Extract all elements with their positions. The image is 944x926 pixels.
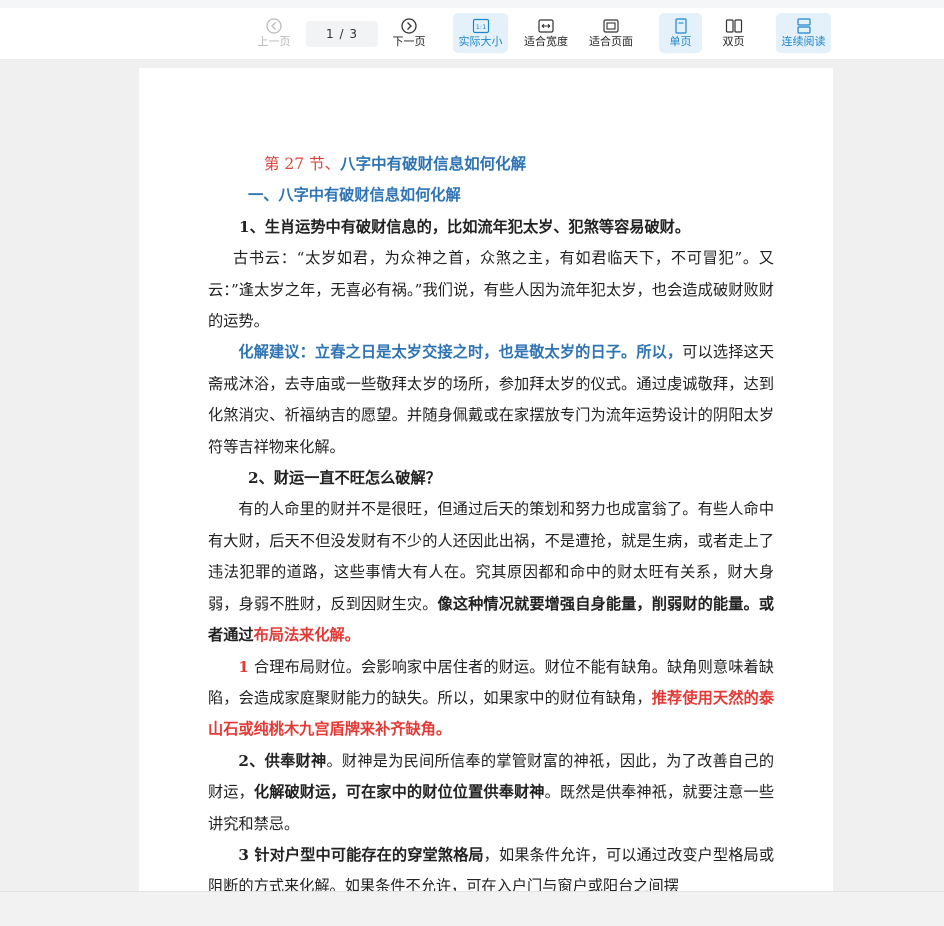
bottom-bar bbox=[0, 891, 944, 926]
next-page-label: 下一页 bbox=[392, 35, 426, 48]
prev-page-button[interactable]: 上一页 bbox=[252, 13, 296, 53]
heading-1: 一、八字中有破财信息如何化解 bbox=[248, 186, 461, 205]
single-page-icon bbox=[674, 18, 687, 34]
continuous-read-label: 连续阅读 bbox=[781, 35, 826, 48]
fit-page-label: 适合页面 bbox=[589, 35, 633, 48]
fit-page-button[interactable]: 适合页面 bbox=[585, 13, 637, 53]
reader-toolbar: 上一页 1 / 3 下一页 1:1 实际大小 适合宽度 适合页面 单页 双页 连… bbox=[0, 0, 944, 60]
document-page: 第 27 节、八字中有破财信息如何化解 一、八字中有破财信息如何化解 1、生肖运… bbox=[139, 68, 833, 891]
fit-width-label: 适合宽度 bbox=[524, 35, 568, 48]
prev-page-label: 上一页 bbox=[257, 35, 291, 48]
fit-width-icon bbox=[538, 19, 554, 33]
paragraph-caishen: 2、供奉财神。财神是为民间所信奉的掌管财富的神祇，因此，为了改善自己的财运，化解… bbox=[208, 746, 774, 840]
double-page-button[interactable]: 双页 bbox=[712, 13, 755, 53]
caishen-bold-2: 化解破财运，可在家中的财位位置供奉财神 bbox=[253, 783, 545, 802]
fit-page-icon bbox=[603, 19, 619, 33]
double-page-label: 双页 bbox=[722, 35, 745, 48]
svg-text:1:1: 1:1 bbox=[475, 23, 485, 31]
next-page-button[interactable]: 下一页 bbox=[387, 13, 431, 53]
chevron-left-circle-icon bbox=[266, 18, 282, 34]
caishen-bold-1: 2、供奉财神 bbox=[238, 751, 327, 770]
chuantang-bold: 3 针对户型中可能存在的穿堂煞格局 bbox=[238, 845, 484, 864]
heading-2: 2、财运一直不旺怎么破解？ bbox=[248, 469, 441, 488]
page-total: / 3 bbox=[339, 27, 358, 41]
paragraph-chuantang: 3 针对户型中可能存在的穿堂煞格局，如果条件允许，可以通过改变户型格局或阻断的方… bbox=[208, 840, 774, 891]
page-indicator[interactable]: 1 / 3 bbox=[306, 21, 378, 47]
advice-highlight: 化解建议：立春之日是太岁交接之时，也是敬太岁的日子。所以， bbox=[238, 343, 683, 362]
section-number: 第 27 节、 bbox=[264, 155, 341, 173]
toolbar-top-strip bbox=[0, 0, 944, 8]
heading-shengxiao: 1、生肖运势中有破财信息的，比如流年犯太岁、犯煞等容易破财。 bbox=[239, 217, 691, 236]
fit-width-button[interactable]: 适合宽度 bbox=[520, 13, 572, 53]
actual-size-button[interactable]: 1:1 实际大小 bbox=[453, 13, 508, 53]
single-page-label: 单页 bbox=[669, 35, 692, 48]
wealth-red: 布局法来化解。 bbox=[253, 626, 360, 645]
section-title: 第 27 节、八字中有破财信息如何化解 bbox=[208, 148, 774, 180]
continuous-scroll-icon bbox=[796, 18, 811, 34]
chevron-right-circle-icon bbox=[401, 18, 417, 34]
continuous-read-button[interactable]: 连续阅读 bbox=[776, 13, 831, 53]
double-page-icon bbox=[725, 19, 742, 33]
section-title-text: 八字中有破财信息如何化解 bbox=[340, 154, 527, 173]
actual-size-label: 实际大小 bbox=[458, 35, 503, 48]
document-content: 第 27 节、八字中有破财信息如何化解 一、八字中有破财信息如何化解 1、生肖运… bbox=[208, 148, 774, 891]
single-page-button[interactable]: 单页 bbox=[659, 13, 702, 53]
page-current-input[interactable]: 1 bbox=[326, 27, 335, 41]
paragraph-layout: 1 合理布局财位。会影响家中居住者的财运。财位不能有缺角。缺角则意味着缺陷，会造… bbox=[208, 652, 774, 746]
layout-number: 1 bbox=[238, 657, 249, 676]
paragraph-wealth: 有的人命里的财并不是很旺，但通过后天的策划和努力也成富翁了。有些人命中有大财，后… bbox=[208, 494, 774, 651]
paragraph-taisui: 古书云：“太岁如君，为众神之首，众煞之主，有如君临天下，不可冒犯”。又云：”逢太… bbox=[208, 249, 774, 331]
actual-size-icon: 1:1 bbox=[472, 18, 489, 34]
paragraph-advice: 化解建议：立春之日是太岁交接之时，也是敬太岁的日子。所以，可以选择这天斋戒沐浴，… bbox=[208, 337, 774, 463]
